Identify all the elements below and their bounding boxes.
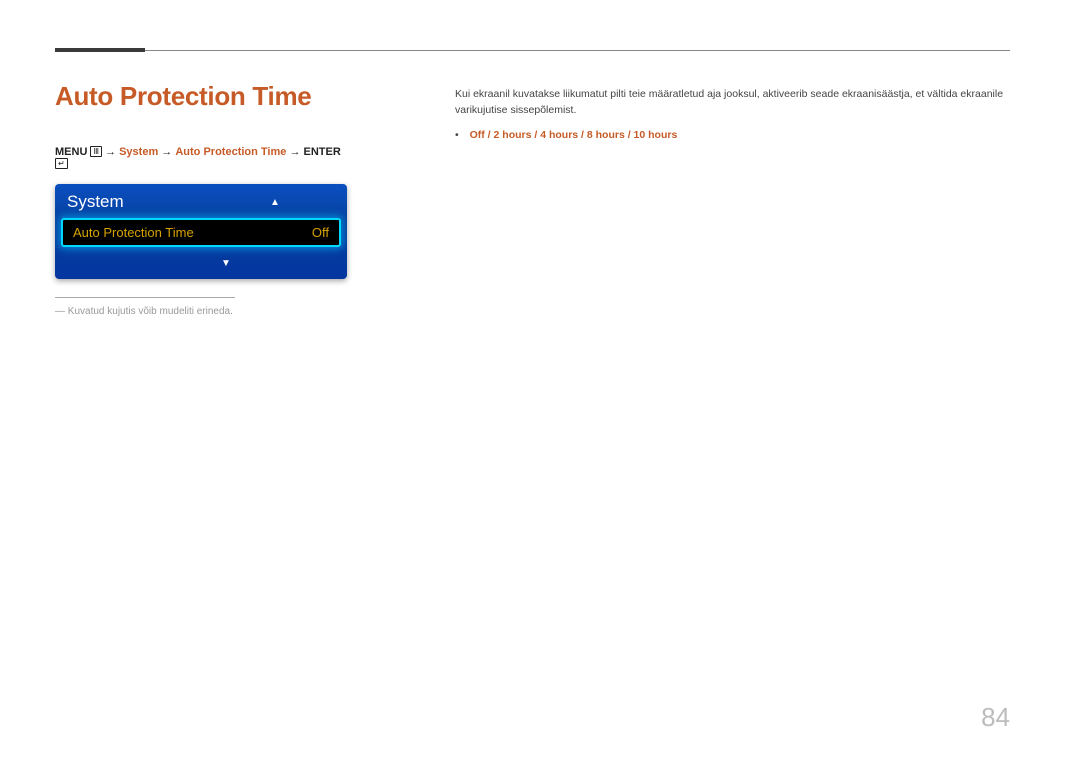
osd-panel-title: System (67, 192, 124, 212)
breadcrumb: MENU Ⅲ → System → Auto Protection Time →… (55, 146, 355, 170)
breadcrumb-arrow-1: → (105, 146, 116, 158)
page-number: 84 (981, 702, 1010, 733)
bullet-icon: • (455, 129, 459, 141)
breadcrumb-arrow-2: → (161, 146, 172, 158)
breadcrumb-arrow-3: → (289, 146, 300, 158)
footnote: ― Kuvatud kujutis võib mudeliti erineda. (55, 306, 355, 317)
options-text: Off / 2 hours / 4 hours / 8 hours / 10 h… (470, 129, 678, 141)
breadcrumb-enter: ENTER (304, 146, 341, 158)
description-text: Kui ekraanil kuvatakse liikumatut pilti … (455, 87, 1010, 119)
osd-panel: System ▲ Auto Protection Time Off ▼ (55, 184, 347, 279)
top-rule (55, 50, 1010, 51)
osd-row-label: Auto Protection Time (73, 225, 194, 240)
enter-icon: ↵ (55, 158, 68, 169)
options-line: • Off / 2 hours / 4 hours / 8 hours / 10… (455, 129, 1010, 141)
chevron-down-icon[interactable]: ▼ (166, 258, 286, 269)
osd-selected-row[interactable]: Auto Protection Time Off (61, 218, 341, 247)
note-rule (55, 297, 235, 298)
page-title: Auto Protection Time (55, 81, 355, 112)
osd-row-value: Off (312, 225, 329, 240)
menu-icon: Ⅲ (90, 146, 102, 157)
chevron-up-icon[interactable]: ▲ (215, 197, 335, 208)
breadcrumb-feature: Auto Protection Time (175, 146, 286, 158)
breadcrumb-system: System (119, 146, 158, 158)
breadcrumb-menu: MENU (55, 146, 87, 158)
